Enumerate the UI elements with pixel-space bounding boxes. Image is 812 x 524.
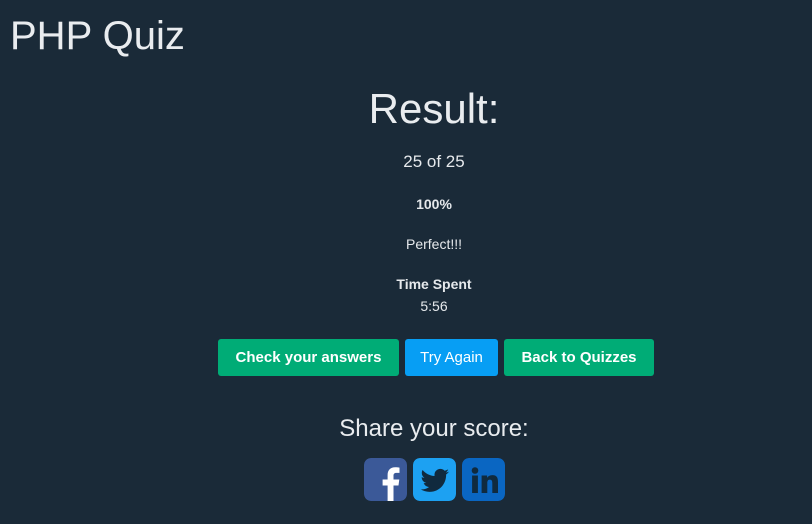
verdict-text: Perfect!!! [405,236,463,252]
back-to-quizzes-button[interactable]: Back to Quizzes [504,339,654,376]
result-heading: Result: [368,85,500,132]
time-spent-value: 5:56 [420,298,448,314]
twitter-icon [413,458,456,501]
share-facebook-button[interactable] [364,458,407,501]
result-actions: Check your answers Try Again Back to Qui… [218,339,654,376]
linkedin-icon [462,458,505,501]
share-buttons [364,458,505,501]
share-heading: Share your score: [339,415,529,442]
page-title: PHP Quiz [10,14,185,58]
share-linkedin-button[interactable] [462,458,505,501]
check-answers-button[interactable]: Check your answers [218,339,399,376]
try-again-button[interactable]: Try Again [405,339,498,376]
score-text: 25 of 25 [403,152,465,171]
facebook-icon [364,458,407,501]
time-spent-label: Time Spent [396,276,472,292]
result-panel: Result: 25 of 25 100% Perfect!!! Time Sp… [0,84,812,315]
percent-text: 100% [416,196,452,212]
share-twitter-button[interactable] [413,458,456,501]
